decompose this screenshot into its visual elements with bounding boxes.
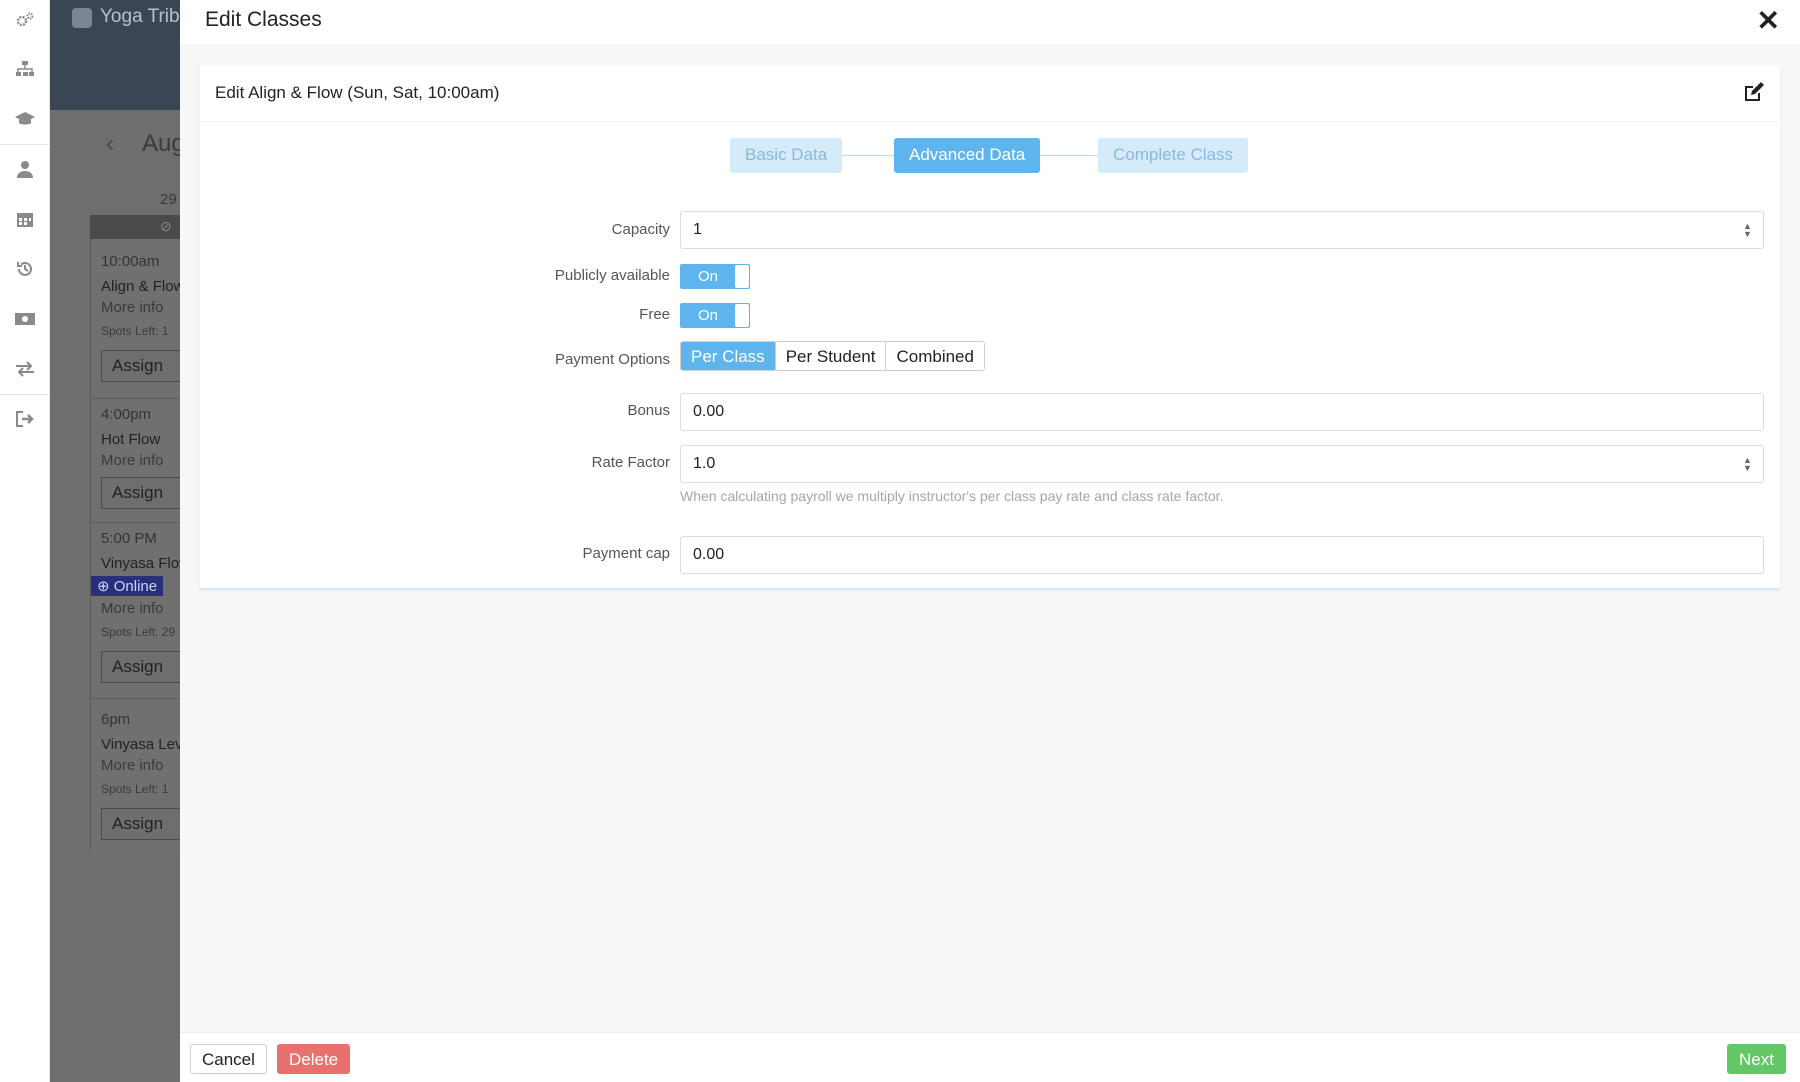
payment-cap-value: 0.00 <box>693 546 725 563</box>
assign-button: Assign <box>101 808 180 840</box>
event-item: 6pm Vinyasa Level More info Spots Left: … <box>101 711 180 840</box>
modal-footer: Cancel Delete Next <box>180 1032 1800 1082</box>
sidebar-rail <box>0 0 50 1082</box>
close-icon[interactable]: ✕ <box>1757 4 1780 37</box>
step-connector <box>1040 155 1100 156</box>
bonus-label: Bonus <box>627 402 670 419</box>
cancel-button[interactable]: Cancel <box>190 1044 267 1074</box>
event-more-info: More info <box>101 299 164 316</box>
event-divider <box>90 522 180 523</box>
event-spots: Spots Left: 1 <box>101 324 169 338</box>
online-badge-label: Online <box>113 578 158 595</box>
payment-cap-label: Payment cap <box>582 545 670 562</box>
sitemap-icon[interactable] <box>14 58 36 80</box>
event-more-info: More info <box>101 600 164 617</box>
event-name: Hot Flow <box>101 431 161 448</box>
sign-out-icon[interactable] <box>14 408 36 430</box>
step-complete-class[interactable]: Complete Class <box>1098 138 1248 173</box>
event-item: 5:00 PM Vinyasa Flow ⊕ Online More info … <box>91 530 180 683</box>
event-time: 10:00am <box>101 253 160 270</box>
assign-button: Assign <box>101 651 180 683</box>
payment-options-group: Per Class Per Student Combined <box>680 341 985 371</box>
exchange-icon[interactable] <box>14 358 36 380</box>
capacity-label: Capacity <box>611 221 670 238</box>
event-divider <box>90 398 180 399</box>
bonus-value: 0.00 <box>693 403 725 420</box>
calendar-icon[interactable] <box>14 208 36 230</box>
rate-factor-label: Rate Factor <box>591 454 670 471</box>
background-header: Yoga Tribe <box>50 0 180 110</box>
toggle-state-label: On <box>698 268 719 285</box>
history-icon[interactable] <box>14 258 36 280</box>
card-header: Edit Align & Flow (Sun, Sat, 10:00am) <box>200 66 1780 122</box>
chevron-left-icon: ‹ <box>106 130 114 157</box>
event-divider <box>90 698 180 699</box>
free-label: Free <box>639 306 670 323</box>
event-spots: Spots Left: 1 <box>101 782 169 796</box>
event-time: 4:00pm <box>101 406 152 423</box>
number-spinner-icon[interactable]: ▲ ▼ <box>1743 456 1752 473</box>
assign-button: Assign <box>101 350 180 382</box>
modal-header: Edit Classes ✕ <box>180 0 1800 44</box>
brand-name: Yoga Tribe <box>100 6 180 27</box>
card-title: Edit Align & Flow (Sun, Sat, 10:00am) <box>215 83 500 102</box>
rate-factor-input[interactable]: 1.0 ▲ ▼ <box>680 445 1764 483</box>
capacity-value: 1 <box>693 221 702 238</box>
edit-icon[interactable] <box>1742 80 1766 104</box>
free-toggle[interactable]: On <box>680 303 750 328</box>
edit-classes-modal: Edit Classes ✕ Edit Align & Flow (Sun, S… <box>180 0 1800 1082</box>
payment-option-combined[interactable]: Combined <box>886 342 984 370</box>
background-calendar: Yoga Tribe ‹ Aug 29 ⊘ 10:00am Align & Fl… <box>50 0 180 1082</box>
money-icon[interactable] <box>14 308 36 330</box>
assign-button: Assign <box>101 477 180 509</box>
payment-options-label: Payment Options <box>554 351 670 368</box>
event-time: 5:00 PM <box>101 530 157 547</box>
event-more-info: More info <box>101 757 164 774</box>
settings-gears-icon[interactable] <box>14 9 36 31</box>
step-advanced-data[interactable]: Advanced Data <box>894 138 1041 173</box>
event-item: 4:00pm Hot Flow More info Assign <box>101 406 180 509</box>
graduation-cap-icon[interactable] <box>14 108 36 130</box>
day-column-header: ⊘ <box>90 215 180 239</box>
event-more-info: More info <box>101 452 164 469</box>
event-spots: Spots Left: 29 <box>101 625 176 639</box>
payment-option-per-class[interactable]: Per Class <box>681 342 776 370</box>
delete-button[interactable]: Delete <box>277 1044 351 1074</box>
wizard-steps: Basic Data Advanced Data Complete Class <box>200 138 1780 174</box>
number-spinner-icon[interactable]: ▲ ▼ <box>1743 222 1752 239</box>
step-basic-data[interactable]: Basic Data <box>730 138 843 173</box>
event-item: 10:00am Align & Flow More info Spots Lef… <box>101 253 180 382</box>
toggle-knob <box>735 304 749 327</box>
ban-icon: ⊘ <box>160 218 172 234</box>
rate-factor-value: 1.0 <box>693 455 716 472</box>
online-badge: ⊕ Online <box>91 576 164 596</box>
class-form-card: Edit Align & Flow (Sun, Sat, 10:00am) Ba… <box>200 66 1780 590</box>
toggle-knob <box>735 265 749 288</box>
payment-option-per-student[interactable]: Per Student <box>775 342 887 370</box>
event-name: Vinyasa Flow <box>101 555 180 572</box>
publicly-available-toggle[interactable]: On <box>680 264 750 289</box>
modal-title: Edit Classes <box>205 8 322 31</box>
step-connector <box>840 155 900 156</box>
user-icon[interactable] <box>14 158 36 180</box>
day-number: 29 <box>160 191 177 208</box>
rail-divider <box>0 394 50 395</box>
next-button[interactable]: Next <box>1727 1044 1786 1074</box>
brand-logo <box>72 8 92 28</box>
bonus-input[interactable]: 0.00 <box>680 393 1764 431</box>
payment-cap-input[interactable]: 0.00 <box>680 536 1764 574</box>
event-name: Vinyasa Level <box>101 736 180 753</box>
month-label: Aug <box>142 130 180 157</box>
capacity-input[interactable]: 1 ▲ ▼ <box>680 211 1764 249</box>
rate-factor-help: When calculating payroll we multiply ins… <box>680 488 1224 504</box>
publicly-available-label: Publicly available <box>554 267 670 284</box>
event-name: Align & Flow <box>101 278 180 295</box>
event-time: 6pm <box>101 711 131 728</box>
toggle-state-label: On <box>698 307 719 324</box>
rail-divider <box>0 144 50 145</box>
